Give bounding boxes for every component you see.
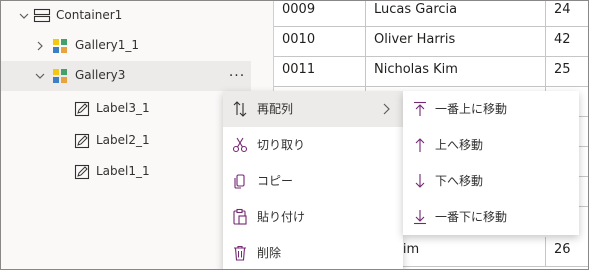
container-icon [33,7,51,25]
more-options-button[interactable]: ··· [223,61,251,91]
chevron-down-icon[interactable] [19,11,29,21]
cell-id: 0010 [274,27,366,57]
tree-item-gallery1-1[interactable]: Gallery1_1 [1,31,273,61]
menu-item-reorder[interactable]: 再配列 [223,91,403,127]
menu-item-paste[interactable]: 貼り付け [223,199,403,235]
gallery-icon [51,67,69,85]
scissors-icon [231,136,249,154]
cell-extra: 42 [554,32,571,47]
chevron-right-icon[interactable] [35,41,45,51]
table-row[interactable]: 0010 Oliver Harris 42 [274,27,588,57]
table-row[interactable]: 0011 Nicholas Kim 25 [274,57,588,87]
cell-name: Nicholas Kim [366,57,546,87]
submenu-item-label: 上へ移動 [435,138,484,152]
cell-id: 0011 [274,57,366,87]
menu-item-copy[interactable]: コピー [223,163,403,199]
menu-item-label: コピー [257,174,294,188]
reorder-icon [231,100,249,118]
submenu-item-move-to-top[interactable]: 一番上に移動 [403,91,579,127]
chevron-right-icon [379,102,393,116]
cell-extra: 26 [554,242,571,257]
arrow-up-icon [411,136,429,154]
app-frame: Container1 Gallery1_1 Gallery3 ··· Label… [0,0,589,270]
menu-item-label: 削除 [257,246,282,260]
menu-item-label: 切り取り [257,138,306,152]
arrow-down-icon [411,172,429,190]
submenu-item-move-to-bottom[interactable]: 一番下に移動 [403,199,579,235]
tree-item-label: Label3_1 [96,101,150,115]
submenu-item-label: 一番下に移動 [435,210,508,224]
submenu-item-label: 下へ移動 [435,174,484,188]
cell-name: Lucas Garcia [366,1,546,27]
menu-item-label: 貼り付け [257,210,306,224]
tree-item-label: Gallery3 [75,68,126,82]
context-menu: 再配列 切り取り コピー 貼り付け 削除 [223,91,403,269]
label-icon [73,163,91,181]
move-to-bottom-icon [411,208,429,226]
label-icon [73,100,91,118]
tree-item-label: Container1 [56,8,123,22]
cell-extra: 25 [554,62,571,77]
tree-item-label: Label1_1 [96,164,150,178]
trash-icon [231,244,249,262]
gallery-icon [51,37,69,55]
copy-icon [231,172,249,190]
chevron-down-icon[interactable] [35,71,45,81]
tree-item-label: Label2_1 [96,133,150,147]
table-row[interactable]: 0009 Lucas Garcia 24 [274,1,588,27]
submenu-item-move-up[interactable]: 上へ移動 [403,127,579,163]
submenu-item-label: 一番上に移動 [435,102,508,116]
cell-id: 0009 [274,1,366,27]
menu-item-delete[interactable]: 削除 [223,235,403,269]
reorder-submenu: 一番上に移動 上へ移動 下へ移動 一番下に移動 [403,91,579,235]
tree-item-gallery3[interactable]: Gallery3 [1,61,251,91]
cell-extra: 24 [554,2,571,17]
submenu-item-move-down[interactable]: 下へ移動 [403,163,579,199]
tree-item-label: Gallery1_1 [75,38,140,52]
label-icon [73,132,91,150]
menu-item-label: 再配列 [257,102,294,116]
cell-name: Oliver Harris [366,27,546,57]
move-to-top-icon [411,100,429,118]
menu-item-cut[interactable]: 切り取り [223,127,403,163]
paste-icon [231,208,249,226]
tree-item-container1[interactable]: Container1 [1,1,273,31]
